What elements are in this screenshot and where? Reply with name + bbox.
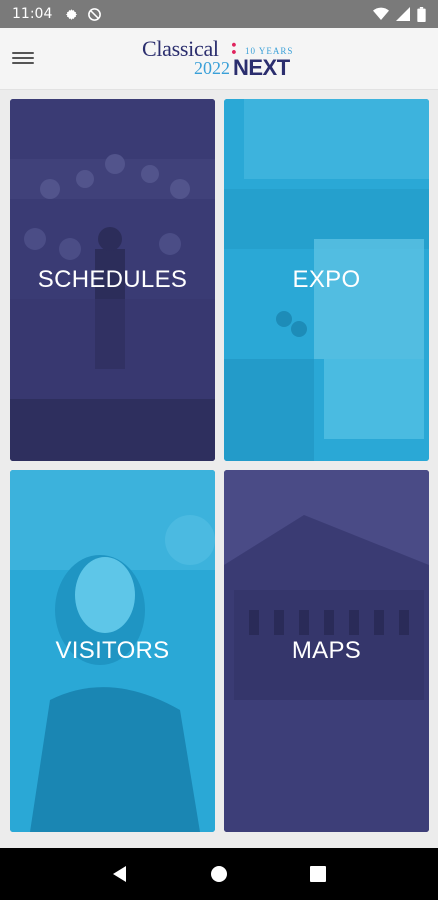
menu-line [12,52,34,54]
logo-next: NEXT [233,55,290,80]
expo-label: EXPO [292,266,361,293]
app-bar: Classical : 10 YEARS 2022 NEXT [0,28,438,90]
expo-tile[interactable]: EXPO [224,99,429,461]
status-time: 11:04 [12,6,53,22]
system-nav-bar [0,848,438,900]
status-bar: 11:04 [0,0,438,28]
menu-line [12,62,34,64]
back-button[interactable] [100,854,140,894]
maps-tile[interactable]: MAPS [224,470,429,832]
signal-icon [396,7,410,21]
battery-icon [417,6,426,22]
home-button[interactable] [199,854,239,894]
visitors-tile[interactable]: VISITORS [10,470,215,832]
home-tile-grid: SCHEDULES EXPO VISITORS MAPS [10,99,430,832]
recents-icon [310,866,327,882]
visitors-label: VISITORS [55,637,170,664]
recents-button[interactable] [298,854,338,894]
maps-label: MAPS [291,637,362,664]
schedules-label: SCHEDULES [37,266,188,293]
logo-year: 2022 [194,58,230,78]
menu-line [12,57,34,59]
classical-next-logo: Classical : 10 YEARS 2022 NEXT [142,34,302,82]
wifi-icon [373,7,389,21]
schedules-tile[interactable]: SCHEDULES [10,99,215,461]
gear-icon [66,8,78,20]
back-icon [112,866,126,882]
home-icon [210,866,227,882]
no-disturb-icon [88,7,102,21]
hamburger-menu-button[interactable] [12,49,34,69]
